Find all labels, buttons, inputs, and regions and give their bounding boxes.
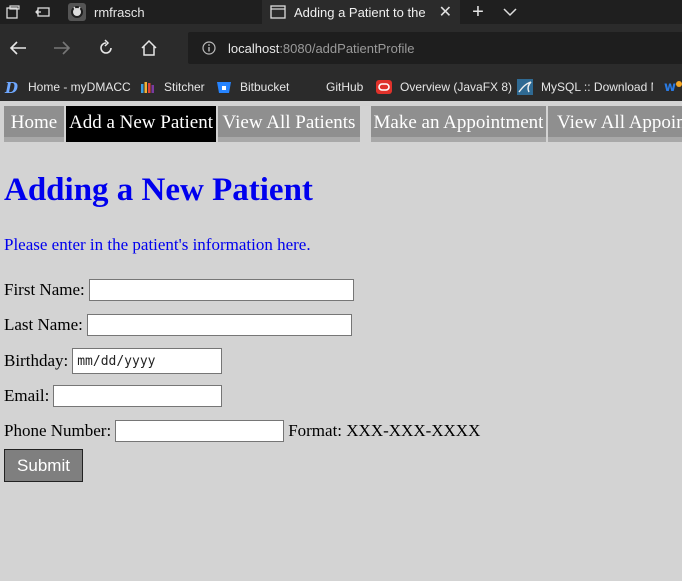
- browser-tab-bar: rmfrasch Adding a Patient to the ✕ +: [0, 0, 682, 24]
- svg-text:D: D: [4, 79, 18, 95]
- tab-actions-icon[interactable]: [2, 0, 24, 24]
- app-icon[interactable]: w: [664, 78, 682, 95]
- email-row: Email:: [4, 385, 223, 407]
- home-icon[interactable]: [137, 36, 161, 60]
- url-field[interactable]: localhost:8080/addPatientProfile: [188, 32, 682, 64]
- first-name-input[interactable]: [88, 279, 354, 301]
- stitcher-icon: [140, 79, 156, 95]
- birthday-placeholder: mm/dd/yyyy: [77, 353, 156, 369]
- nav-add-new-patient[interactable]: Add a New Patient: [66, 106, 216, 142]
- favorite-label: MySQL :: Download M: [541, 79, 653, 94]
- nav-make-appointment[interactable]: Make an Appointment: [371, 106, 546, 142]
- github-icon: [68, 3, 86, 21]
- new-tab-icon[interactable]: +: [466, 0, 490, 24]
- favorites-bar: D Home - myDMACC Stitcher Bitbucket GitH…: [0, 72, 682, 101]
- birthday-row: Birthday: mm/dd/yyyy: [4, 348, 223, 374]
- page-icon: [270, 5, 286, 19]
- last-name-row: Last Name:: [4, 314, 352, 336]
- site-nav-bar: Home Add a New Patient View All Patients…: [0, 104, 682, 142]
- chevron-down-icon[interactable]: [498, 0, 522, 24]
- tab-label: Adding a Patient to the: [294, 4, 426, 20]
- info-icon[interactable]: [202, 41, 216, 55]
- back-arrow-icon[interactable]: [6, 36, 30, 60]
- close-icon[interactable]: ✕: [439, 2, 452, 22]
- last-name-label: Last Name:: [4, 315, 83, 334]
- favorite-label: Stitcher: [164, 79, 205, 94]
- url-host: localhost: [228, 40, 280, 56]
- nav-home[interactable]: Home: [4, 106, 64, 142]
- forward-arrow-icon[interactable]: [50, 36, 74, 60]
- favorite-mysql-download[interactable]: MySQL :: Download M: [517, 72, 653, 101]
- phone-input[interactable]: [115, 420, 285, 442]
- last-name-input[interactable]: [86, 314, 352, 336]
- oracle-icon: [376, 79, 392, 95]
- mysql-icon: [517, 78, 533, 95]
- submit-button[interactable]: Submit: [4, 449, 83, 482]
- birthday-input[interactable]: mm/dd/yyyy: [72, 348, 223, 374]
- favorite-label: GitHub: [326, 79, 364, 94]
- favorite-bitbucket[interactable]: Bitbucket: [216, 72, 289, 101]
- bitbucket-icon: [216, 79, 232, 95]
- tab-adding-patient[interactable]: Adding a Patient to the ✕: [262, 0, 460, 24]
- url-path: :8080/addPatientProfile: [279, 40, 415, 56]
- nav-view-all-patients[interactable]: View All Patients: [218, 106, 360, 142]
- url-text: localhost:8080/addPatientProfile: [228, 41, 414, 56]
- favorite-home-mydmacc[interactable]: D Home - myDMACC: [4, 72, 131, 101]
- tabs-aside-icon[interactable]: [32, 0, 54, 24]
- svg-text:w: w: [664, 80, 676, 94]
- intro-text: Please enter in the patient's informatio…: [4, 235, 311, 254]
- tab-label: rmfrasch: [94, 4, 145, 20]
- phone-row: Phone Number: Format: XXX-XXX-XXXX: [4, 420, 480, 442]
- tab-rmfrasch[interactable]: rmfrasch: [62, 0, 258, 24]
- favorite-overview-javafx[interactable]: Overview (JavaFX 8): [376, 72, 512, 101]
- favorite-stitcher[interactable]: Stitcher: [140, 72, 205, 101]
- address-bar: localhost:8080/addPatientProfile: [0, 24, 682, 72]
- favorite-label: Bitbucket: [240, 79, 290, 94]
- dmacc-icon: D: [4, 79, 20, 97]
- email-input[interactable]: [53, 385, 223, 407]
- first-name-row: First Name:: [4, 279, 354, 301]
- favorite-label: Overview (JavaFX 8): [400, 79, 513, 94]
- birthday-label: Birthday:: [4, 351, 69, 370]
- phone-format-hint: Format: XXX-XXX-XXXX: [288, 421, 481, 440]
- phone-label: Phone Number:: [4, 421, 112, 440]
- favorite-github[interactable]: GitHub: [326, 72, 363, 101]
- first-name-label: First Name:: [4, 280, 85, 299]
- email-label: Email:: [4, 386, 50, 405]
- nav-view-all-appointments[interactable]: View All Appoint: [548, 106, 682, 142]
- page-title: Adding a New Patient: [4, 172, 313, 208]
- favorite-label: Home - myDMACC: [28, 79, 131, 94]
- refresh-icon[interactable]: [94, 36, 118, 60]
